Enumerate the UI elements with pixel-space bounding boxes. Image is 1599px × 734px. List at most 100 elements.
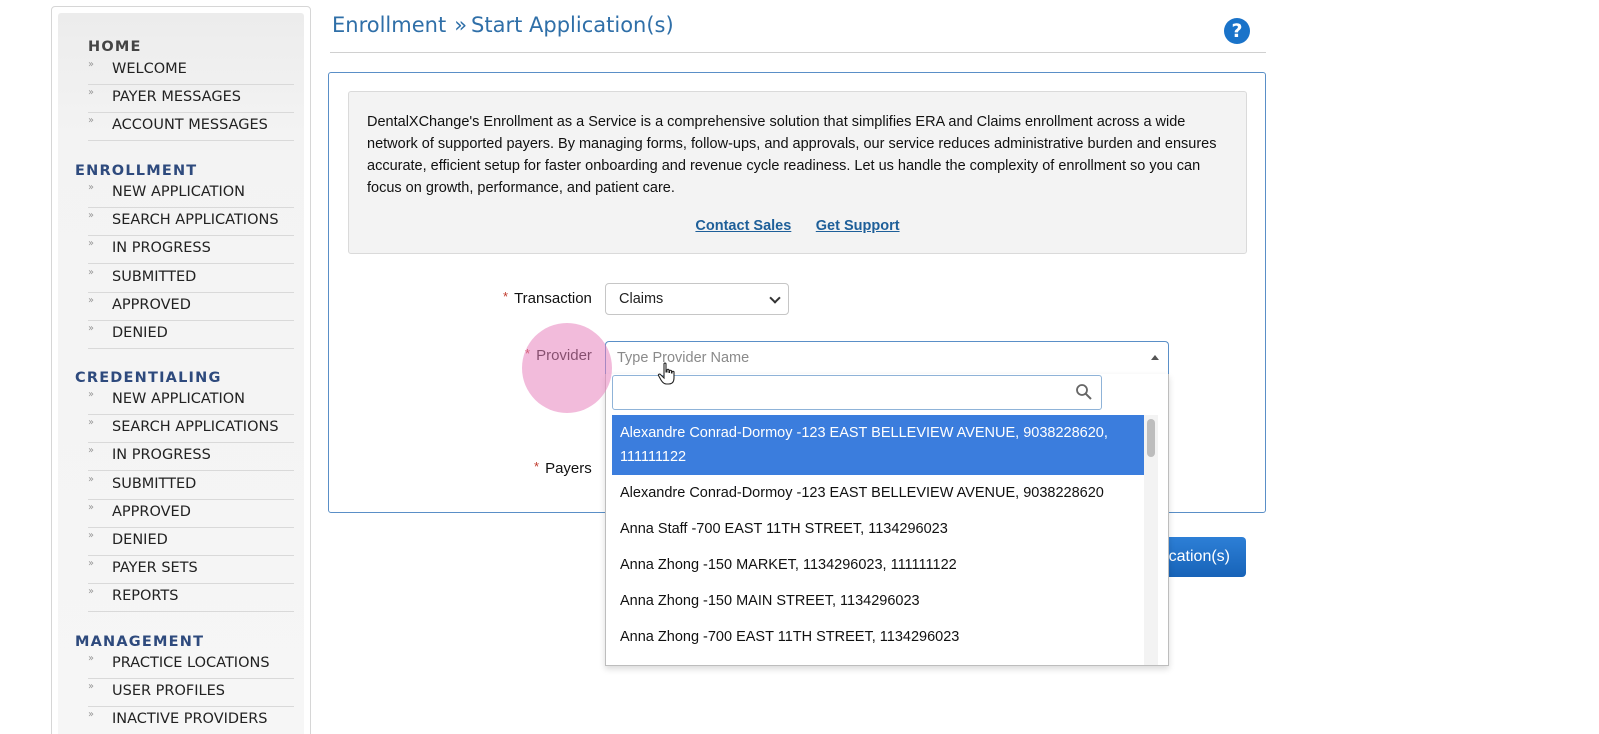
- contact-sales-link[interactable]: Contact Sales: [695, 218, 791, 234]
- provider-option[interactable]: Anna Zhong -150 MARKET, 1134296023, 1111…: [612, 547, 1145, 583]
- double-chevron-right-icon: ››: [88, 709, 94, 721]
- caret-up-icon: [1151, 355, 1159, 360]
- required-marker: *: [525, 346, 531, 361]
- sidebar-credentialing-reports[interactable]: ›› REPORTS: [88, 584, 294, 613]
- sidebar-enrollment-new-application[interactable]: ›› NEW APPLICATION: [88, 180, 294, 208]
- nav-item-label: USER PROFILES: [112, 683, 225, 700]
- sidebar-home-payer-messages[interactable]: ›› PAYER MESSAGES: [88, 85, 294, 114]
- provider-option[interactable]: Anna Staff -700 EAST 11TH STREET, 113429…: [612, 511, 1145, 547]
- breadcrumb: Enrollment » Start Application(s): [332, 13, 674, 37]
- nav-item-label: PAYER SETS: [112, 560, 198, 577]
- search-icon: [1076, 384, 1092, 400]
- header-divider: [330, 52, 1266, 53]
- nav-item-label: SEARCH APPLICATIONS: [112, 419, 279, 436]
- nav-item-label: INACTIVE PROVIDERS: [112, 711, 268, 728]
- help-icon[interactable]: ?: [1224, 18, 1250, 44]
- provider-option[interactable]: Alexandre Conrad-Dormoy -123 EAST BELLEV…: [612, 475, 1145, 511]
- provider-select[interactable]: Type Provider Name: [605, 341, 1169, 375]
- nav-item-label: PRACTICE LOCATIONS: [112, 655, 270, 671]
- provider-option[interactable]: Anna Zhong -700 EAST 11TH STREET, 113429…: [612, 619, 1145, 655]
- nav-item-label: SUBMITTED: [112, 475, 197, 492]
- double-chevron-right-icon: ››: [88, 586, 94, 598]
- nav-item-label: APPROVED: [112, 503, 191, 520]
- breadcrumb-current: Start Application(s): [471, 13, 674, 37]
- transaction-select-value: Claims: [619, 291, 664, 307]
- provider-label-text: Provider: [536, 347, 592, 364]
- sidebar-enrollment-search-applications[interactable]: ›› SEARCH APPLICATIONS: [88, 208, 294, 237]
- info-description: DentalXChange's Enrollment as a Service …: [367, 114, 1217, 196]
- double-chevron-right-icon: ››: [88, 210, 94, 222]
- required-marker: *: [534, 459, 540, 474]
- double-chevron-right-icon: ››: [88, 501, 94, 513]
- sidebar-enrollment-approved[interactable]: ›› APPROVED: [88, 293, 294, 321]
- sidebar-credentialing-submitted[interactable]: ›› SUBMITTED: [88, 472, 294, 500]
- sidebar-home-account-messages[interactable]: ›› ACCOUNT MESSAGES: [88, 113, 294, 142]
- sidebar-credentialing-approved[interactable]: ›› APPROVED: [88, 500, 294, 528]
- nav-heading-enrollment: ENROLLMENT: [75, 163, 198, 179]
- breadcrumb-section[interactable]: Enrollment: [332, 13, 446, 37]
- nav-item-label: REPORTS: [112, 588, 179, 605]
- sidebar-credentialing-denied[interactable]: ›› DENIED: [88, 528, 294, 556]
- sidebar-home-welcome[interactable]: ›› WELCOME: [88, 57, 294, 85]
- chevron-down-icon: [769, 292, 781, 304]
- nav-heading-home: HOME: [88, 39, 142, 55]
- provider-option[interactable]: Anna Zhong -150 MAIN STREET, 1134296023: [612, 583, 1145, 619]
- sidebar-enrollment-submitted[interactable]: ›› SUBMITTED: [88, 265, 294, 293]
- provider-options-list: Alexandre Conrad-Dormoy -123 EAST BELLEV…: [612, 415, 1145, 665]
- nav-heading-management: MANAGEMENT: [75, 634, 205, 650]
- provider-option[interactable]: Alexandre Conrad-Dormoy -123 EAST BELLEV…: [612, 415, 1145, 475]
- nav-item-label: SUBMITTED: [112, 268, 197, 285]
- double-chevron-right-icon: ››: [88, 445, 94, 457]
- provider-search-box[interactable]: [612, 375, 1102, 410]
- double-chevron-right-icon: ››: [88, 323, 94, 334]
- provider-option[interactable]: Anna Zhong -123 EAST BELLEVIEW AVENUE, 1…: [612, 655, 1145, 665]
- dropdown-scrollbar[interactable]: [1144, 415, 1158, 665]
- payers-label-text: Payers: [545, 460, 592, 477]
- double-chevron-right-icon: ››: [88, 530, 94, 541]
- breadcrumb-separator: »: [454, 13, 468, 37]
- sidebar-credentialing-new-application[interactable]: ›› NEW APPLICATION: [88, 387, 294, 415]
- transaction-select[interactable]: Claims: [605, 283, 789, 315]
- transaction-label: * Transaction: [503, 289, 592, 307]
- sidebar: HOME ›› WELCOME ›› PAYER MESSAGES ›› ACCOUNT …: [51, 6, 311, 734]
- provider-label: * Provider: [525, 346, 592, 364]
- nav-heading-credentialing: CREDENTIALING: [75, 370, 222, 386]
- sidebar-management-practice-locations[interactable]: ›› PRACTICE LOCATIONS: [88, 651, 294, 679]
- sidebar-credentialing-in-progress[interactable]: ›› IN PROGRESS: [88, 443, 294, 472]
- double-chevron-right-icon: ››: [88, 681, 94, 693]
- payers-label: * Payers: [534, 459, 592, 477]
- info-box: DentalXChange's Enrollment as a Service …: [348, 91, 1247, 254]
- double-chevron-right-icon: ››: [88, 87, 94, 99]
- double-chevron-right-icon: ››: [88, 59, 94, 70]
- nav-item-label: NEW APPLICATION: [112, 391, 246, 407]
- sidebar-panel: HOME ›› WELCOME ›› PAYER MESSAGES ›› ACCOUNT …: [58, 13, 304, 734]
- sidebar-credentialing-payer-sets[interactable]: ›› PAYER SETS: [88, 556, 294, 585]
- nav-item-label: IN PROGRESS: [112, 447, 211, 464]
- required-marker: *: [503, 289, 509, 304]
- sidebar-enrollment-in-progress[interactable]: ›› IN PROGRESS: [88, 236, 294, 265]
- sidebar-credentialing-search-applications[interactable]: ›› SEARCH APPLICATIONS: [88, 415, 294, 444]
- double-chevron-right-icon: ››: [88, 558, 94, 570]
- sidebar-management-inactive-providers[interactable]: ›› INACTIVE PROVIDERS: [88, 707, 294, 734]
- nav-item-label: ACCOUNT MESSAGES: [112, 117, 268, 134]
- get-support-link[interactable]: Get Support: [816, 218, 900, 234]
- double-chevron-right-icon: ››: [88, 653, 94, 664]
- transaction-label-text: Transaction: [514, 290, 592, 307]
- double-chevron-right-icon: ››: [88, 473, 94, 485]
- nav-item-label: WELCOME: [112, 61, 187, 77]
- nav-item-label: NEW APPLICATION: [112, 184, 246, 200]
- nav-item-label: DENIED: [112, 325, 168, 341]
- provider-select-placeholder: Type Provider Name: [617, 350, 750, 366]
- double-chevron-right-icon: ››: [88, 115, 94, 127]
- provider-search-input[interactable]: [619, 380, 1069, 406]
- nav-item-label: IN PROGRESS: [112, 240, 211, 257]
- nav-item-label: PAYER MESSAGES: [112, 89, 241, 106]
- double-chevron-right-icon: ››: [88, 294, 94, 306]
- provider-dropdown: Alexandre Conrad-Dormoy -123 EAST BELLEV…: [605, 374, 1169, 666]
- double-chevron-right-icon: ››: [88, 417, 94, 429]
- nav-item-label: SEARCH APPLICATIONS: [112, 212, 279, 229]
- sidebar-enrollment-denied[interactable]: ›› DENIED: [88, 321, 294, 349]
- scrollbar-thumb[interactable]: [1147, 419, 1155, 457]
- double-chevron-right-icon: ››: [88, 182, 94, 193]
- sidebar-management-user-profiles[interactable]: ›› USER PROFILES: [88, 679, 294, 708]
